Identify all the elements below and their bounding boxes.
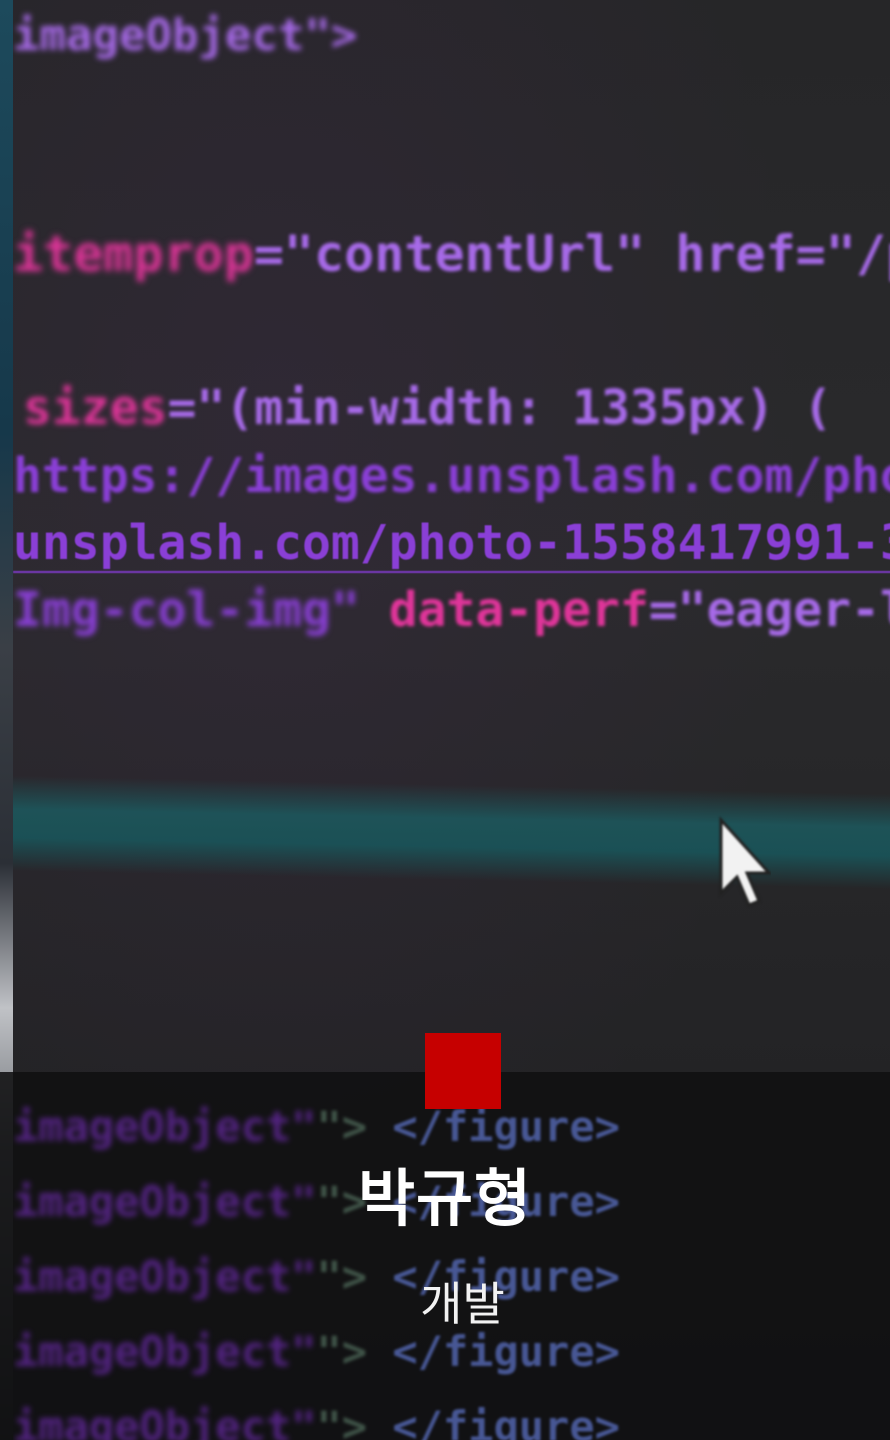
code-line: imageObject"> [13,10,358,61]
mouse-cursor-icon [719,816,771,907]
overlay-code-reflection: imageObject""> </figure> imageObject""> … [13,1072,890,1440]
member-name: 박규형 [357,1162,533,1235]
reflection-row: imageObject""> </figure> [13,1102,620,1151]
code-line: Img-col-img" data-perf="eager-lo [13,582,890,638]
member-role: 개발 [420,1277,505,1331]
code-line: sizes="(min-width: 1335px) ( [23,380,833,436]
code-line: itemprop="contentUrl" href="/photos/2 [13,225,890,283]
accent-square [425,1033,501,1109]
member-card[interactable]: imageObject"> itemprop="contentUrl" href… [0,0,890,1440]
reflection-row: imageObject""> </figure> [13,1327,620,1376]
reflection-row: imageObject""> </figure> [13,1402,620,1440]
code-line: unsplash.com/photo-1558417991-306 [13,515,890,573]
code-line: https://images.unsplash.com/photo- [13,448,890,504]
